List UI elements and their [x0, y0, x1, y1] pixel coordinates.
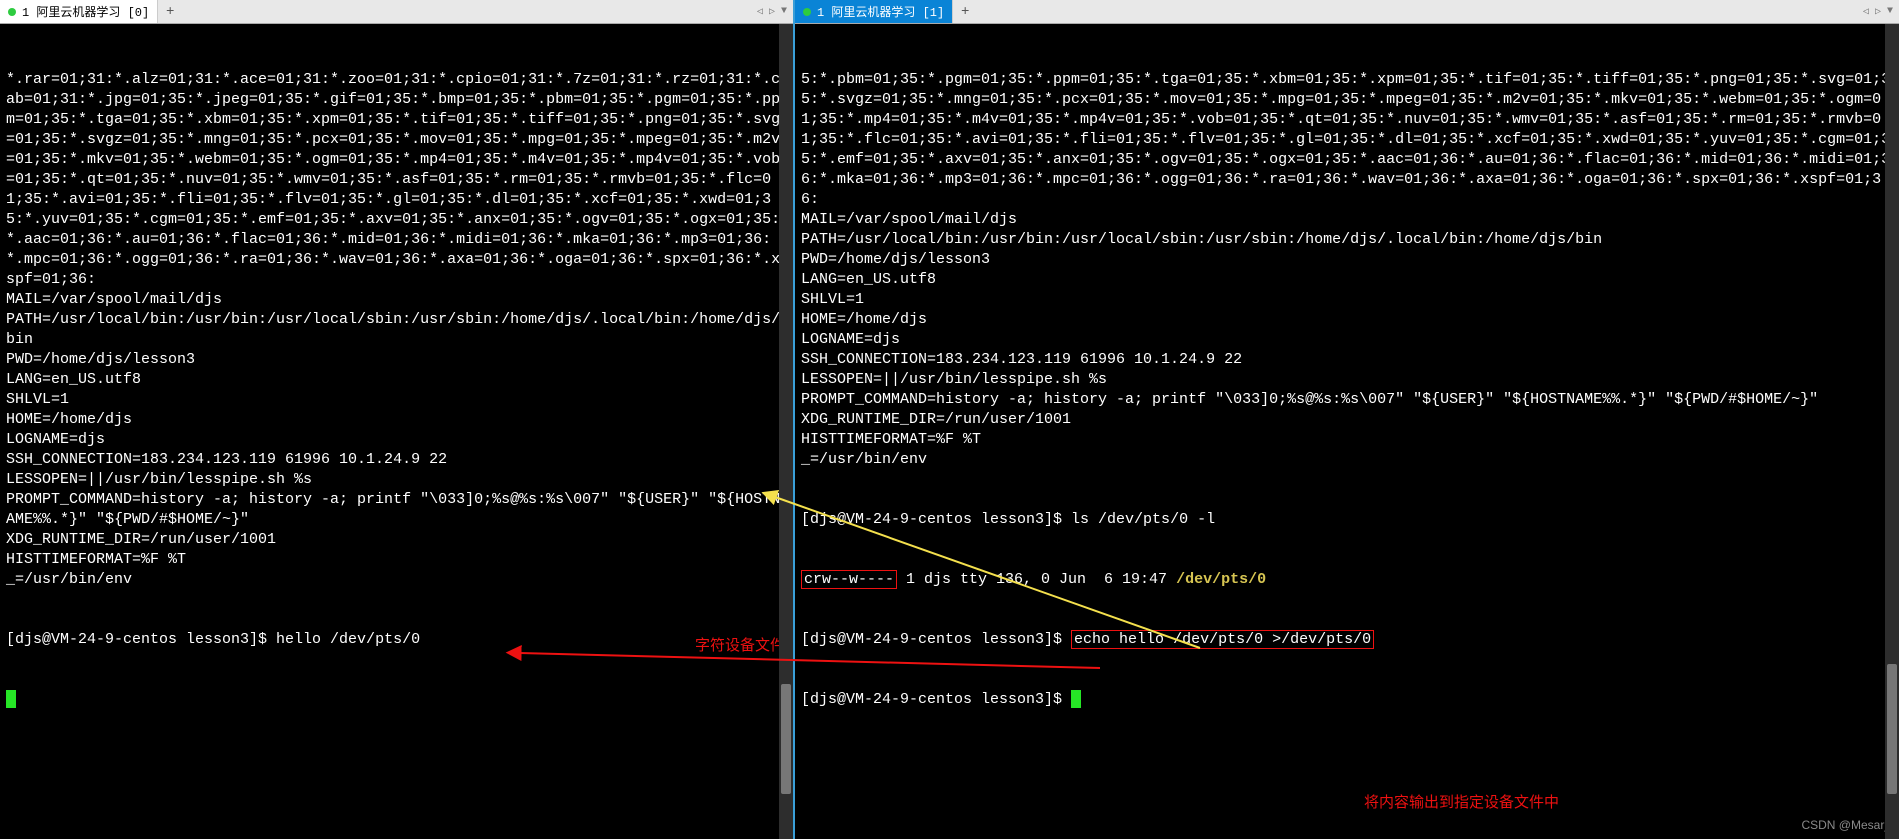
- right-pane: 1 阿里云机器学习 [1] + ◁ ▷ ▼ 5:*.pbm=01;35:*.pg…: [795, 0, 1899, 839]
- status-dot-icon: [803, 8, 811, 16]
- new-tab-button[interactable]: +: [953, 0, 977, 23]
- env-output: *.rar=01;31:*.alz=01;31:*.ace=01;31:*.zo…: [6, 70, 787, 590]
- new-tab-button[interactable]: +: [158, 0, 182, 23]
- echo-command: echo hello /dev/pts/0 >/dev/pts/0: [1071, 630, 1374, 649]
- ls-permissions: crw--w----: [801, 570, 897, 589]
- nav-left-icon[interactable]: ◁: [757, 6, 763, 18]
- cursor-icon: [1071, 690, 1081, 708]
- received-output: hello /dev/pts/0: [276, 631, 420, 648]
- scrollbar-right[interactable]: [1885, 24, 1899, 839]
- terminal-right[interactable]: 5:*.pbm=01;35:*.pgm=01;35:*.ppm=01;35:*.…: [795, 24, 1899, 839]
- tab-right-0[interactable]: 1 阿里云机器学习 [1]: [795, 0, 953, 23]
- status-dot-icon: [8, 8, 16, 16]
- tab-title: 1 阿里云机器学习 [1]: [817, 3, 944, 20]
- cmd3-line: [djs@VM-24-9-centos lesson3]$: [801, 690, 1893, 710]
- nav-right-icon[interactable]: ▷: [769, 6, 775, 18]
- tab-title: 1 阿里云机器学习 [0]: [22, 3, 149, 20]
- terminal-left[interactable]: *.rar=01;31:*.alz=01;31:*.ace=01;31:*.zo…: [0, 24, 793, 839]
- left-tabbar: 1 阿里云机器学习 [0] + ◁ ▷ ▼: [0, 0, 793, 24]
- scroll-thumb[interactable]: [1887, 664, 1897, 794]
- scrollbar-left[interactable]: [779, 24, 793, 839]
- nav-down-icon[interactable]: ▼: [781, 6, 787, 17]
- nav-down-icon[interactable]: ▼: [1887, 6, 1893, 17]
- annotation-output-to: 将内容输出到指定设备文件中: [1364, 793, 1559, 813]
- nav-left-icon[interactable]: ◁: [1863, 6, 1869, 18]
- cmd2-line: [djs@VM-24-9-centos lesson3]$ echo hello…: [801, 630, 1893, 650]
- cursor-icon: [6, 690, 16, 708]
- watermark: CSDN @Mesar_: [1801, 815, 1891, 835]
- tab-left-0[interactable]: 1 阿里云机器学习 [0]: [0, 0, 158, 23]
- cursor-line: [6, 690, 787, 710]
- cmd1-line: [djs@VM-24-9-centos lesson3]$ ls /dev/pt…: [801, 510, 1893, 530]
- scroll-thumb[interactable]: [781, 684, 791, 794]
- env-output: 5:*.pbm=01;35:*.pgm=01;35:*.ppm=01;35:*.…: [801, 70, 1893, 470]
- annotation-char-device: 字符设备文件: [695, 636, 785, 656]
- nav-right-icon[interactable]: ▷: [1875, 6, 1881, 18]
- left-pane: 1 阿里云机器学习 [0] + ◁ ▷ ▼ *.rar=01;31:*.alz=…: [0, 0, 795, 839]
- ls-output-line: crw--w---- 1 djs tty 136, 0 Jun 6 19:47 …: [801, 570, 1893, 590]
- ls-path: /dev/pts/0: [1176, 571, 1266, 588]
- cmd1: ls /dev/pts/0 -l: [1071, 511, 1215, 528]
- prompt-line: [djs@VM-24-9-centos lesson3]$ hello /dev…: [6, 630, 787, 650]
- right-tabbar: 1 阿里云机器学习 [1] + ◁ ▷ ▼: [795, 0, 1899, 24]
